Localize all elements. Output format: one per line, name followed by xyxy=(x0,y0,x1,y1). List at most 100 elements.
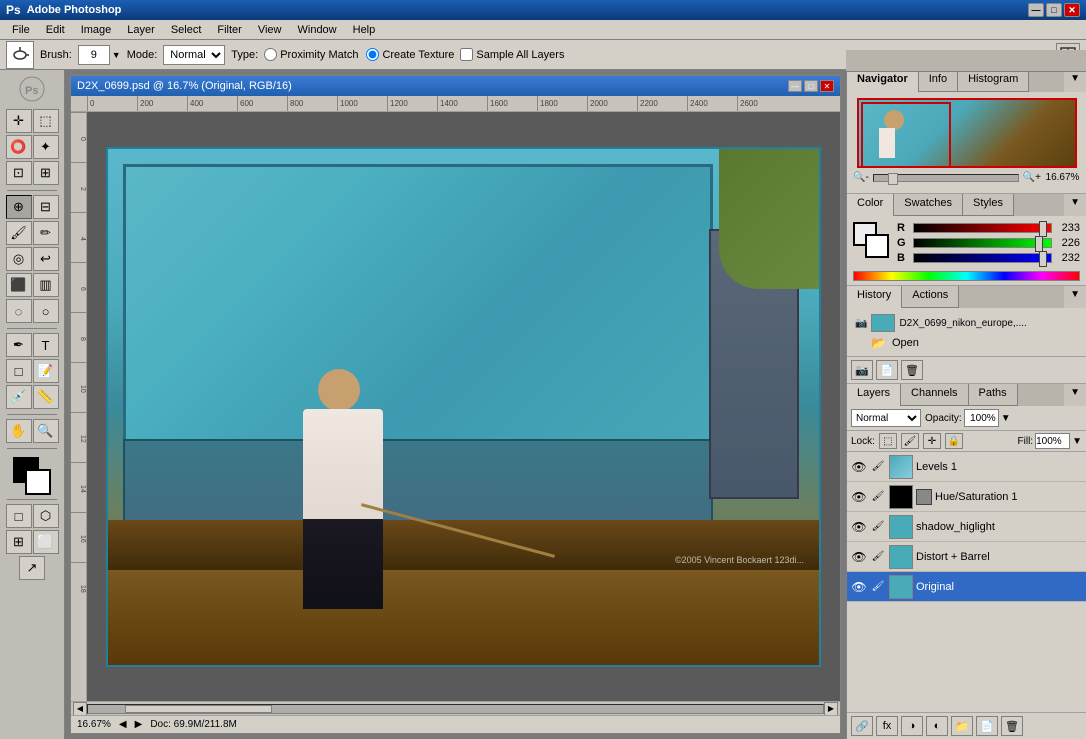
lock-pixels-btn[interactable]: 🖌 xyxy=(901,433,919,449)
layer-item-levels[interactable]: 👁 🖌 Levels 1 xyxy=(847,452,1086,482)
tab-navigator[interactable]: Navigator xyxy=(847,70,919,92)
navigator-preview[interactable] xyxy=(857,98,1077,168)
color-collapse-btn[interactable]: ▼ xyxy=(1064,194,1086,216)
minimize-button[interactable]: — xyxy=(1028,3,1044,17)
menu-item-edit[interactable]: Edit xyxy=(38,22,73,38)
doc-close-button[interactable]: ✕ xyxy=(820,80,834,92)
canvas-viewport[interactable]: ©2005 Vincent Bockaert 123di... xyxy=(87,112,840,701)
zoom-in-icon[interactable]: 🔍+ xyxy=(1023,172,1041,183)
layers-add-style-btn[interactable]: fx xyxy=(876,716,898,736)
blur-tool[interactable]: ◌ xyxy=(6,299,32,323)
horizontal-scrollbar[interactable]: ◀ ▶ xyxy=(71,701,840,715)
lasso-tool[interactable]: ⭕ xyxy=(6,135,32,159)
layer-eye-hue[interactable]: 👁 xyxy=(851,489,867,505)
lock-all-btn[interactable]: 🔒 xyxy=(945,433,963,449)
layers-blend-mode-select[interactable]: Normal xyxy=(851,409,921,427)
sample-all-input[interactable] xyxy=(460,48,473,61)
layer-item-hue[interactable]: 👁 🖌 Hue/Saturation 1 xyxy=(847,482,1086,512)
jump-to-imageready[interactable]: ↗ xyxy=(19,556,45,580)
history-create-document[interactable]: 📄 xyxy=(876,360,898,380)
menu-item-window[interactable]: Window xyxy=(290,22,345,38)
navigator-collapse-btn[interactable]: ▼ xyxy=(1064,70,1086,92)
zoom-out-icon[interactable]: 🔍- xyxy=(853,172,869,183)
maximize-button[interactable]: □ xyxy=(1046,3,1062,17)
layers-new-group-btn[interactable]: 📁 xyxy=(951,716,973,736)
create-texture-radio[interactable]: Create Texture xyxy=(366,48,454,61)
green-slider-thumb[interactable] xyxy=(1035,236,1043,252)
dodge-tool[interactable]: ○ xyxy=(33,299,59,323)
doc-maximize-button[interactable]: □ xyxy=(804,80,818,92)
menu-item-file[interactable]: File xyxy=(4,22,38,38)
move-tool[interactable]: ✛ xyxy=(6,109,32,133)
green-slider-track[interactable] xyxy=(913,238,1052,248)
zoom-tool[interactable]: 🔍 xyxy=(33,419,59,443)
magic-wand-tool[interactable]: ✦ xyxy=(33,135,59,159)
color-background-swatch[interactable] xyxy=(865,234,889,258)
measure-tool[interactable]: 📏 xyxy=(33,385,59,409)
layer-eye-original[interactable]: 👁 xyxy=(851,579,867,595)
tab-histogram[interactable]: Histogram xyxy=(958,70,1029,92)
tab-layers[interactable]: Layers xyxy=(847,384,901,406)
opacity-input[interactable] xyxy=(964,409,999,427)
layer-item-distort[interactable]: 👁 🖌 Distort + Barrel xyxy=(847,542,1086,572)
menu-item-help[interactable]: Help xyxy=(345,22,384,38)
doc-minimize-button[interactable]: — xyxy=(788,80,802,92)
brush-dropdown-arrow[interactable]: ▼ xyxy=(112,50,121,60)
tab-color[interactable]: Color xyxy=(847,194,894,216)
layer-item-shadow[interactable]: 👁 🖌 shadow_higlight xyxy=(847,512,1086,542)
text-tool[interactable]: T xyxy=(33,333,59,357)
scroll-right-button[interactable]: ▶ xyxy=(824,702,838,716)
fill-tool[interactable]: ▥ xyxy=(33,273,59,297)
zoom-slider-thumb[interactable] xyxy=(888,173,898,185)
mode-select[interactable]: Normal xyxy=(163,45,225,65)
tab-styles[interactable]: Styles xyxy=(963,194,1014,216)
scroll-track-h[interactable] xyxy=(87,704,824,714)
marquee-tool[interactable]: ⬚ xyxy=(33,109,59,133)
quick-mask[interactable]: ⬡ xyxy=(33,504,59,528)
menu-item-image[interactable]: Image xyxy=(73,22,120,38)
sample-all-layers-checkbox[interactable]: Sample All Layers xyxy=(460,48,564,61)
layer-item-original[interactable]: 👁 🖌 Original xyxy=(847,572,1086,602)
tab-swatches[interactable]: Swatches xyxy=(894,194,963,216)
zoom-slider[interactable] xyxy=(873,174,1019,182)
proximity-match-radio[interactable]: Proximity Match xyxy=(264,48,358,61)
close-button[interactable]: ✕ xyxy=(1064,3,1080,17)
fg-bg-color-swatches[interactable] xyxy=(13,457,51,495)
pencil-tool[interactable]: ✏ xyxy=(33,221,59,245)
scroll-thumb-h[interactable] xyxy=(125,705,272,713)
brush-size-control[interactable]: 9 ▼ xyxy=(78,45,121,65)
fill-dropdown[interactable]: ▼ xyxy=(1072,436,1082,447)
full-screen[interactable]: ⬜ xyxy=(33,530,59,554)
tab-paths[interactable]: Paths xyxy=(969,384,1018,406)
layer-eye-levels[interactable]: 👁 xyxy=(851,459,867,475)
scroll-left-button[interactable]: ◀ xyxy=(73,702,87,716)
slice-tool[interactable]: ⊞ xyxy=(33,161,59,185)
background-color[interactable] xyxy=(25,469,51,495)
layers-new-layer-btn[interactable]: 📄 xyxy=(976,716,998,736)
heal-tool[interactable]: ⊕ xyxy=(6,195,32,219)
eraser-tool[interactable]: ⬛ xyxy=(6,273,32,297)
menu-item-layer[interactable]: Layer xyxy=(119,22,163,38)
clone-tool[interactable]: ◎ xyxy=(6,247,32,271)
layers-link-btn[interactable]: 🔗 xyxy=(851,716,873,736)
tab-info[interactable]: Info xyxy=(919,70,958,92)
color-spectrum-bar[interactable] xyxy=(853,271,1080,281)
shape-tool[interactable]: □ xyxy=(6,359,32,383)
layer-eye-distort[interactable]: 👁 xyxy=(851,549,867,565)
patch-tool[interactable]: ⊟ xyxy=(33,195,59,219)
menu-item-filter[interactable]: Filter xyxy=(209,22,249,38)
blue-slider-thumb[interactable] xyxy=(1039,251,1047,267)
red-slider-thumb[interactable] xyxy=(1039,221,1047,237)
pen-tool[interactable]: ✒ xyxy=(6,333,32,357)
lock-transparent-btn[interactable]: ⬚ xyxy=(879,433,897,449)
layers-delete-btn[interactable]: 🗑 xyxy=(1001,716,1023,736)
color-fg-bg-swatches[interactable] xyxy=(853,222,889,258)
standard-mode[interactable]: □ xyxy=(6,504,32,528)
layers-collapse-btn[interactable]: ▼ xyxy=(1064,384,1086,406)
tab-actions[interactable]: Actions xyxy=(902,286,959,308)
menu-item-view[interactable]: View xyxy=(250,22,290,38)
crop-tool[interactable]: ⊡ xyxy=(6,161,32,185)
tab-channels[interactable]: Channels xyxy=(901,384,968,406)
fill-input[interactable] xyxy=(1035,433,1070,449)
history-create-snapshot[interactable]: 📷 xyxy=(851,360,873,380)
